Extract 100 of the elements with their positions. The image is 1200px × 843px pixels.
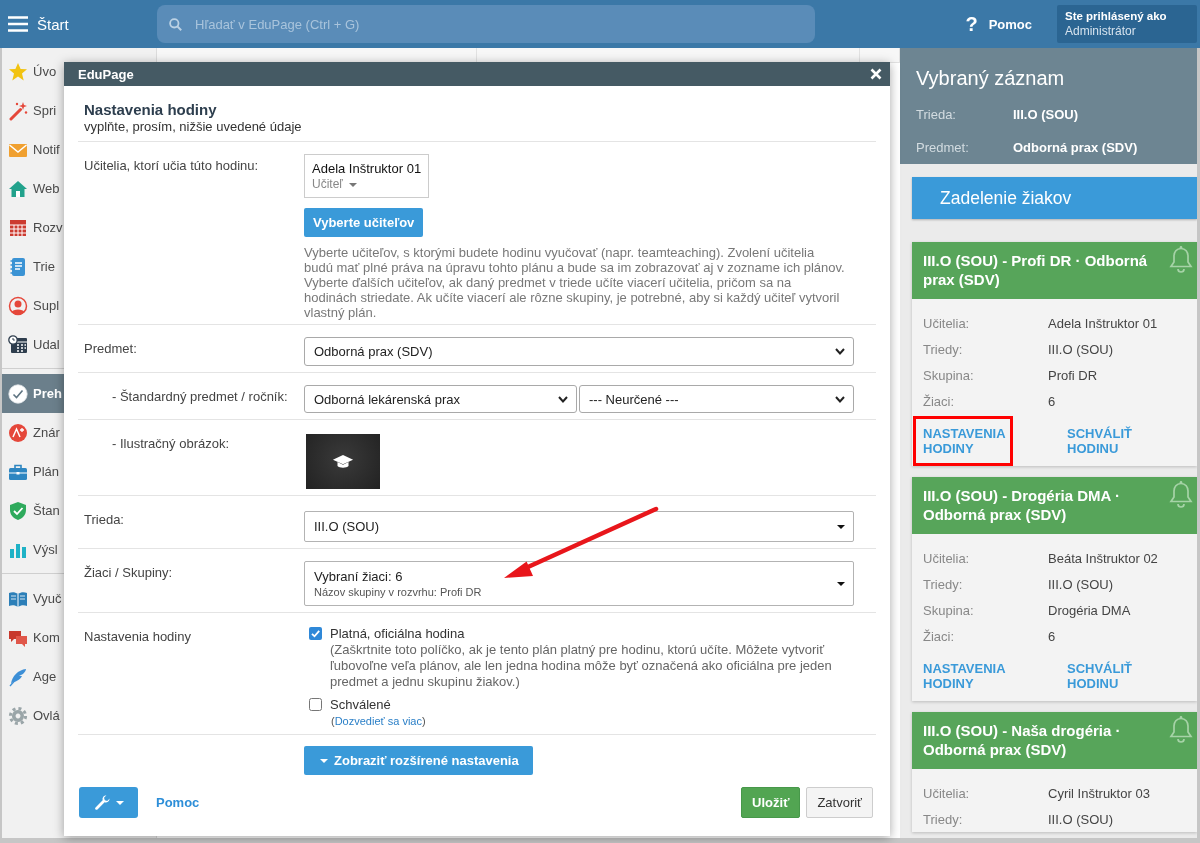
field-label: Učitelia:: [923, 315, 970, 331]
field-label: Žiaci:: [923, 393, 955, 409]
checkbox-label[interactable]: Schválené: [330, 697, 391, 712]
chevron-down-icon: [835, 348, 845, 355]
field-label: - Ilustračný obrázok:: [112, 435, 230, 452]
sidebar-item[interactable]: Kom: [2, 618, 64, 657]
field-label: Triedy:: [923, 811, 963, 827]
check-circle-icon: [8, 383, 28, 404]
dialog-title: EduPage: [78, 66, 134, 82]
dialog-heading: Nastavenia hodiny: [84, 101, 218, 119]
record-label: Trieda:: [916, 107, 956, 122]
field-value: Beáta Inštruktor 02: [1048, 550, 1158, 566]
person-icon: [8, 295, 28, 316]
house-icon: [8, 178, 28, 199]
star-icon: [8, 61, 28, 82]
sidebar-item[interactable]: Rozv: [2, 208, 64, 247]
record-label: Predmet:: [916, 140, 969, 155]
sidebar-item[interactable]: Supl: [2, 286, 64, 325]
sidebar-item[interactable]: Výsl: [2, 530, 64, 569]
sidebar-item[interactable]: Web: [2, 169, 64, 208]
sidebar-item[interactable]: Spri: [2, 91, 64, 130]
login-caption: Ste prihlásený ako: [1065, 9, 1168, 24]
sidebar-item[interactable]: Preh: [2, 374, 64, 413]
sidebar-item[interactable]: Ovlá: [2, 696, 64, 735]
bell-icon: [1169, 480, 1193, 508]
field-label: Žiaci:: [923, 628, 955, 644]
field-label: - Štandardný predmet / ročník:: [112, 388, 288, 405]
field-label: Nastavenia hodiny: [84, 628, 191, 645]
checkbox[interactable]: [309, 627, 322, 640]
learn-more-note: (Dozvedieť sa viac): [331, 714, 426, 729]
sidebar-item[interactable]: Vyuč: [2, 579, 64, 618]
field-value: III.O (SOU): [1048, 811, 1113, 827]
field-value: III.O (SOU): [1048, 576, 1113, 592]
checkbox-label[interactable]: Platná, oficiálna hodina: [330, 626, 465, 641]
field-label: Skupina:: [923, 367, 974, 383]
field-label: Triedy:: [923, 341, 963, 357]
search-field[interactable]: Hľadať v EduPage (Ctrl + G): [157, 5, 815, 43]
role-selector[interactable]: Učiteľ: [312, 177, 357, 192]
sidebar-item[interactable]: Znár: [2, 413, 64, 452]
search-icon: [169, 17, 182, 31]
help-button[interactable]: ? Pomoc: [965, 12, 1032, 36]
magic-wand-icon: [8, 100, 28, 121]
dialog-subheading: vyplňte, prosím, nižšie uvedené údaje: [84, 119, 303, 135]
bell-icon: [1169, 245, 1193, 273]
learn-more-link[interactable]: Dozvedieť sa viac: [334, 715, 422, 727]
field-value: 6: [1048, 628, 1056, 644]
select-dropdown[interactable]: Vybraní žiaci: 6 Názov skupiny v rozvrhu: Profi DR: [304, 561, 854, 606]
option-note: (Zaškrtnite toto políčko, ak je tento plán platný pre hodinu, ktorú učíte. Môžete vytvoriť ľubovoľne veľa plánov, ale len jedna hodina môže byť označená ako oficiálna pre jeden predmet a jednu skupinu žiakov.): [330, 642, 833, 690]
field-value: Cyril Inštruktor 03: [1048, 785, 1150, 801]
sidebar-item[interactable]: Udal: [2, 325, 64, 364]
checkbox[interactable]: [309, 698, 322, 711]
caret-down-icon: [115, 800, 124, 805]
search-input[interactable]: Hľadať v EduPage (Ctrl + G): [195, 14, 803, 34]
field-label: Žiaci / Skupiny:: [84, 564, 173, 581]
select-dropdown[interactable]: Odborná prax (SDV): [304, 337, 854, 366]
menu-icon: [8, 16, 28, 32]
close-button[interactable]: [870, 68, 882, 80]
tools-button[interactable]: [79, 787, 138, 818]
calendar-icon: [8, 217, 28, 238]
sidebar-item[interactable]: Úvo: [2, 52, 64, 91]
field-value: 6: [1048, 393, 1056, 409]
help-link[interactable]: Pomoc: [156, 795, 200, 810]
calendar-clock-icon: [8, 334, 28, 355]
bell-icon: [1169, 715, 1193, 743]
card-title: III.O (SOU) - Naša drogéria · Odborná prax (SDV): [923, 721, 1122, 759]
field-value: Adela Inštruktor 01: [1048, 315, 1158, 331]
field-value: Drogéria DMA: [1048, 602, 1131, 618]
field-value: III.O (SOU): [1048, 341, 1113, 357]
field-label: Trieda:: [84, 511, 124, 528]
sidebar-item[interactable]: Trie: [2, 247, 64, 286]
grade-icon: [8, 422, 28, 443]
field-value: Profi DR: [1048, 367, 1098, 383]
dropdown-caret-icon: [837, 581, 845, 586]
close-dialog-button[interactable]: Zatvoriť: [806, 787, 873, 818]
notebook-icon: [8, 256, 28, 277]
caret-down-icon: [348, 182, 357, 187]
user-name: Administrátor: [1065, 24, 1137, 39]
sidebar-item[interactable]: Štan: [2, 491, 64, 530]
dropdown-caret-icon: [837, 524, 845, 529]
help-icon: ?: [965, 12, 978, 36]
graduation-cap-icon: [332, 453, 354, 470]
field-label: Triedy:: [923, 576, 963, 592]
group-name-note: Názov skupiny v rozvrhu: Profi DR: [314, 585, 482, 599]
card-title: III.O (SOU) - Profi DR · Odborná prax (SDV): [923, 251, 1149, 289]
caret-down-icon: [320, 758, 328, 763]
select-dropdown[interactable]: Odborná lekárenská prax: [304, 385, 577, 413]
chevron-down-icon: [558, 395, 568, 403]
field-label: Predmet:: [84, 340, 137, 357]
sidebar-item[interactable]: Age: [2, 657, 64, 696]
chevron-down-icon: [835, 395, 845, 403]
card-title: III.O (SOU) - Drogéria DMA · Odborná prax (SDV): [923, 486, 1121, 524]
select-dropdown[interactable]: --- Neurčené ---: [579, 385, 854, 413]
record-title: Vybraný záznam: [916, 66, 1066, 90]
field-label: Učitelia, ktorí učia túto hodinu:: [84, 157, 259, 174]
start-menu-button[interactable]: Štart: [6, 4, 155, 44]
sidebar-item[interactable]: Plán: [2, 452, 64, 491]
select-dropdown[interactable]: III.O (SOU): [304, 511, 854, 542]
sidebar-item[interactable]: Notif: [2, 130, 64, 169]
gear-icon: [8, 705, 28, 726]
wrench-icon: [93, 794, 111, 811]
